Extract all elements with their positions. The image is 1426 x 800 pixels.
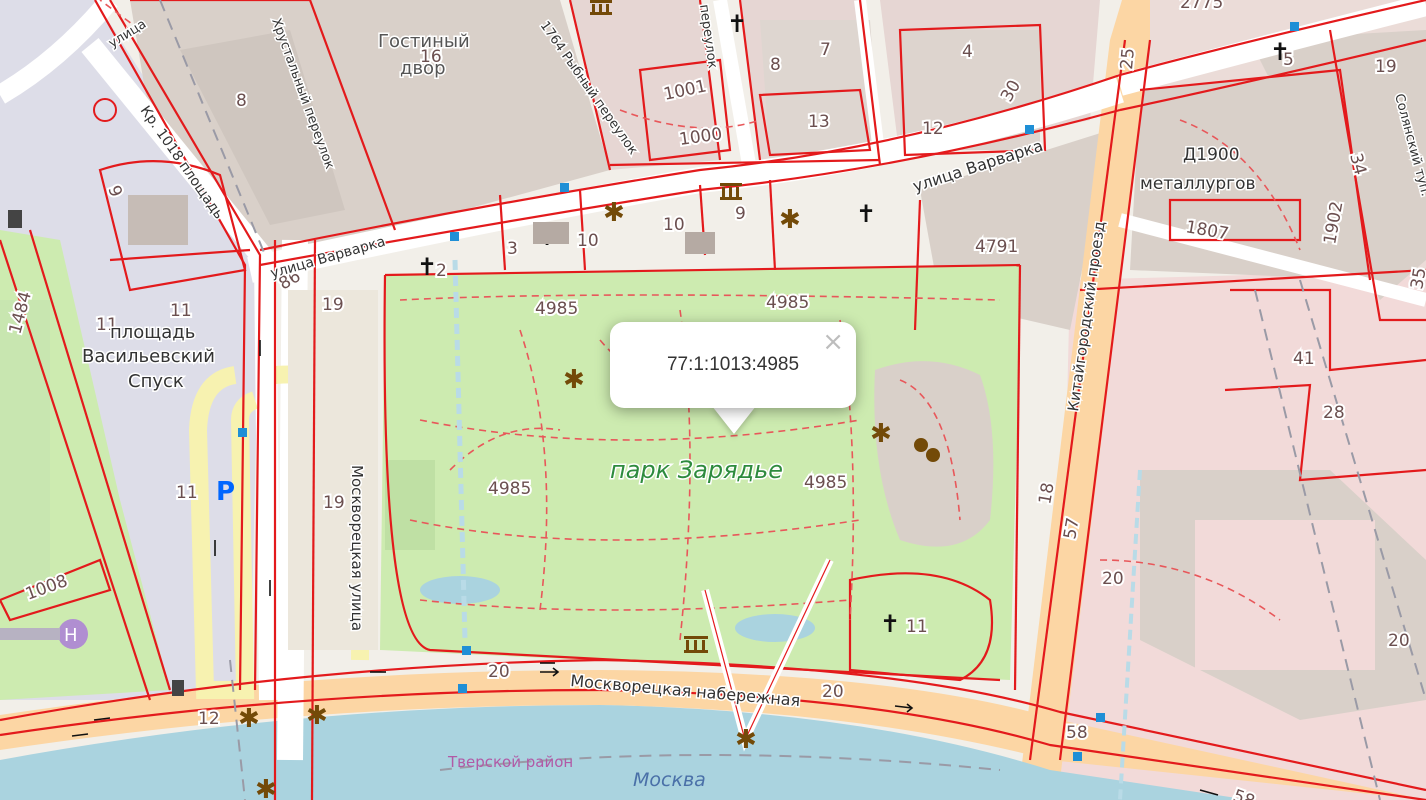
- church-icon: ✝: [880, 610, 900, 638]
- num-35: 35: [1407, 266, 1426, 291]
- num-3: 3: [507, 239, 518, 259]
- map-canvas[interactable]: 16 8 1001 1000 8 7 4 13 12 30 25 5 19 34…: [0, 0, 1426, 800]
- num-13: 13: [808, 112, 830, 132]
- viewpoint-icon: ✱: [255, 775, 277, 800]
- museum-icon: [684, 636, 708, 653]
- helipad-path: [0, 628, 60, 640]
- church-icon: ✝: [417, 253, 437, 281]
- num-4791: 4791: [975, 237, 1018, 257]
- num-25: 25: [1117, 47, 1139, 70]
- church-icon: ✝: [727, 10, 747, 38]
- num-19: 19: [1375, 57, 1397, 77]
- popup-cadastral-number: 77:1:1013:4985: [666, 354, 800, 375]
- viewpoint-icon: ✱: [563, 365, 585, 395]
- num-11a: 11: [170, 301, 192, 321]
- label-moskvoretskaya-ulitsa: Москворецкая улица: [348, 465, 366, 631]
- label-tverskoy: Тверской район: [447, 753, 573, 771]
- label-moskva-river: Москва: [633, 769, 706, 791]
- num-8: 8: [236, 91, 247, 111]
- viewpoint-icon: ✱: [735, 725, 757, 755]
- viewpoint-icon: ✱: [603, 198, 625, 228]
- num-8b: 8: [770, 55, 781, 75]
- label-dom-2: металлургов: [1140, 174, 1256, 194]
- building-icon: [128, 195, 188, 245]
- num-28: 28: [1323, 403, 1345, 423]
- num-4985a: 4985: [535, 299, 578, 319]
- viewpoint-icon: ✱: [306, 701, 328, 731]
- num-58: 58: [1066, 723, 1088, 743]
- label-ploshchad-3: Спуск: [128, 371, 184, 392]
- block-east-small: [1145, 290, 1225, 360]
- num-4985c: 4985: [488, 479, 531, 499]
- num-2775: 2775: [1180, 0, 1223, 13]
- building-icon: [685, 232, 715, 254]
- num-20a: 20: [1102, 569, 1124, 589]
- num-20b: 20: [1388, 631, 1410, 651]
- monument-icon: [8, 210, 22, 228]
- viewpoint-icon: ✱: [779, 205, 801, 235]
- num-9b: 9: [735, 204, 746, 224]
- label-dom-1: Д1900: [1183, 145, 1240, 165]
- viewpoint-icon: ✱: [870, 419, 892, 449]
- church-icon: ✝: [1270, 38, 1290, 66]
- block-east-court: [1195, 520, 1375, 670]
- cadastre-popup: 77:1:1013:4985 ×: [610, 322, 856, 408]
- helipad-icon: H: [64, 625, 78, 646]
- monument-icon: [172, 680, 184, 696]
- num-4: 4: [962, 42, 973, 62]
- popup-close-button[interactable]: ×: [822, 328, 844, 356]
- label-gostiny-dvor-1: Гостиный: [378, 31, 470, 52]
- num-11d: 11: [906, 617, 928, 637]
- museum-icon: [720, 183, 742, 200]
- building-icon: [533, 222, 569, 244]
- num-41: 41: [1293, 349, 1315, 369]
- popup-tip: [712, 406, 756, 434]
- kremlin-green-2: [0, 300, 50, 600]
- num-11c: 11: [176, 483, 198, 503]
- num-19c: 19: [323, 493, 345, 513]
- label-park-zaryadye: парк Зарядье: [610, 456, 783, 484]
- num-20d: 20: [822, 682, 844, 702]
- label-gostiny-dvor-2: двор: [400, 58, 446, 79]
- viewpoint-icon: ✱: [238, 704, 260, 734]
- num-10b: 10: [663, 215, 685, 235]
- num-18: 18: [1035, 481, 1058, 506]
- num-57: 57: [1060, 516, 1083, 541]
- label-ploshchad-1: площадь: [110, 322, 195, 343]
- num-12: 12: [922, 119, 944, 139]
- label-ploshchad-2: Васильевский: [82, 346, 215, 367]
- park-pond-west: [420, 576, 500, 604]
- num-12b: 12: [198, 709, 220, 729]
- num-20c: 20: [488, 662, 510, 682]
- num-10a: 10: [577, 231, 599, 251]
- parking-icon: P: [216, 477, 235, 507]
- num-19b: 19: [322, 295, 344, 315]
- num-7: 7: [820, 40, 831, 60]
- num-4985d: 4985: [804, 473, 847, 493]
- church-icon: ✝: [856, 200, 876, 228]
- num-4985b: 4985: [766, 293, 809, 313]
- num-2: 2: [436, 261, 447, 281]
- museum-icon: [590, 0, 612, 15]
